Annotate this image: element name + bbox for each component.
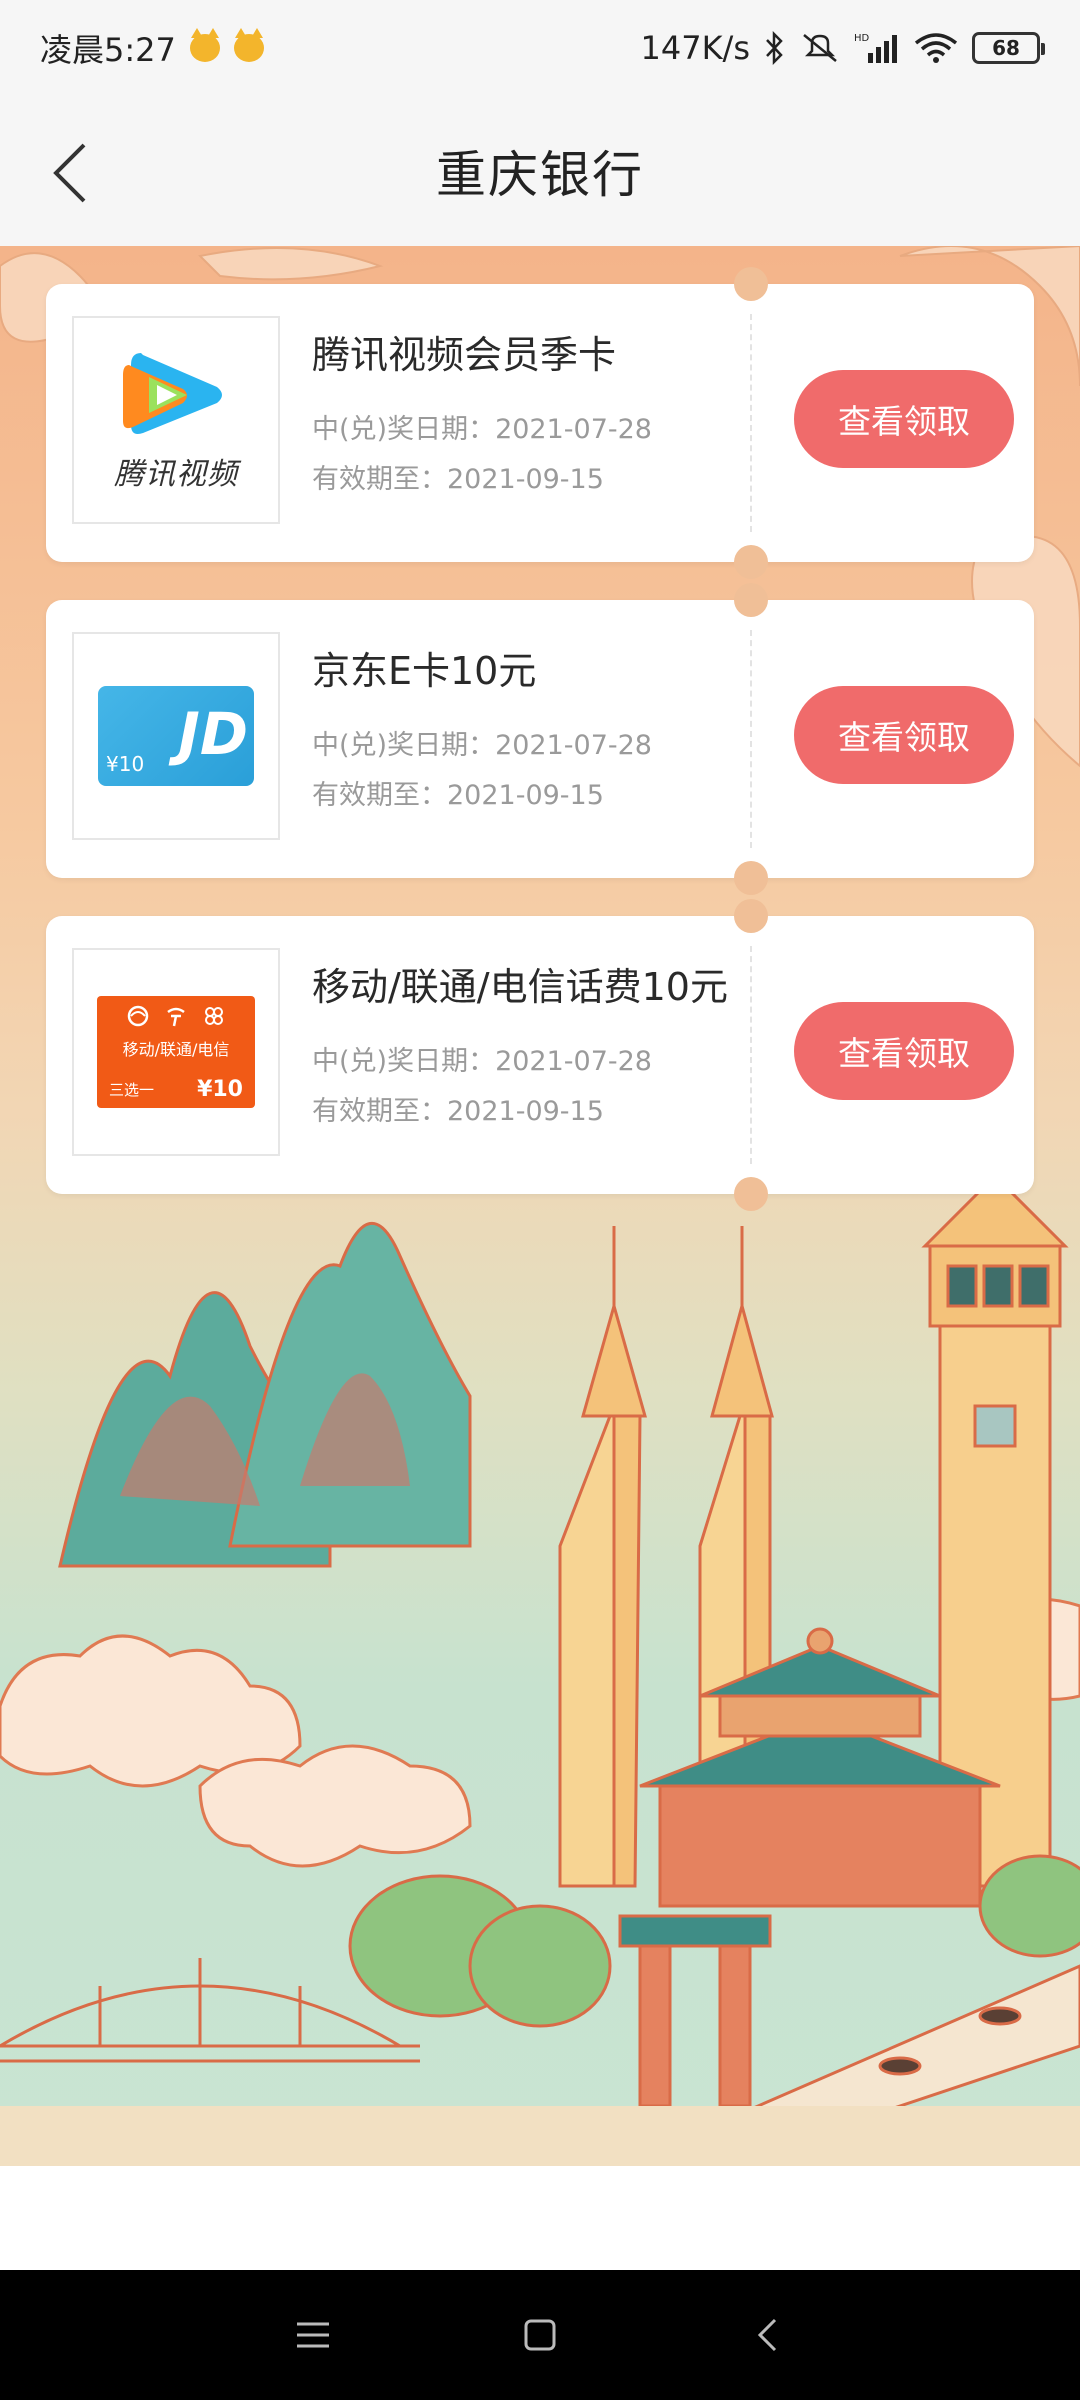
jd-logo-mark: JD (178, 700, 248, 768)
header: 重庆银行 (0, 96, 1080, 246)
status-time: 凌晨5:27 (40, 31, 176, 69)
jd-card-amount: ¥10 (106, 752, 145, 776)
ticket-notch (734, 583, 768, 617)
ticket-divider (750, 314, 752, 532)
back-button[interactable] (40, 138, 100, 208)
view-claim-button[interactable]: 查看领取 (794, 1002, 1014, 1100)
wifi-icon (914, 33, 958, 63)
bottom-spacer (0, 2166, 1080, 2270)
back-nav-button[interactable] (737, 2305, 797, 2365)
prize-card: JD ¥10 京东E卡10元 中(兑)奖日期：2021-07-28 有效期至：2… (46, 583, 1034, 895)
win-date-label: 中(兑)奖日期： (312, 730, 496, 761)
pick-one-label: 三选一 (109, 1081, 155, 1099)
back-triangle-icon (757, 2318, 776, 2352)
win-date-value: 2021-07-28 (495, 414, 652, 445)
battery-level: 68 (992, 36, 1020, 60)
ticket-notch (734, 545, 768, 579)
view-claim-button[interactable]: 查看领取 (794, 686, 1014, 784)
notification-cat-icon (233, 28, 264, 62)
background-illustration-area: 腾讯视频 腾讯视频会员季卡 中(兑)奖日期：2021-07-28 有效期至：20… (0, 246, 1080, 2166)
prize-card: 腾讯视频 腾讯视频会员季卡 中(兑)奖日期：2021-07-28 有效期至：20… (46, 267, 1034, 579)
valid-until-value: 2021-09-15 (447, 1096, 604, 1127)
status-bar: 凌晨5:27 147K/s HD 68 (0, 0, 1080, 96)
valid-until-row: 有效期至：2021-09-15 (312, 1087, 802, 1137)
tencent-video-logo: 腾讯视频 (114, 347, 238, 493)
tencent-video-logo-text: 腾讯视频 (114, 457, 238, 492)
credit-amount: ¥10 (197, 1077, 243, 1102)
win-date-label: 中(兑)奖日期： (312, 414, 496, 445)
view-claim-button[interactable]: 查看领取 (794, 370, 1014, 468)
win-date-row: 中(兑)奖日期：2021-07-28 (312, 405, 802, 455)
prize-name: 京东E卡10元 (312, 649, 537, 693)
battery-icon: 68 (972, 32, 1045, 64)
ticket-notch (734, 899, 768, 933)
win-date-label: 中(兑)奖日期： (312, 1046, 496, 1077)
carrier-logos (97, 1004, 255, 1028)
system-navigation-bar (0, 2270, 1080, 2400)
china-telecom-logo-icon (167, 1007, 185, 1027)
valid-until-label: 有效期至： (312, 1096, 447, 1127)
prize-name: 移动/联通/电信话费10元 (312, 965, 728, 1009)
carrier-names: 移动/联通/电信 (122, 1040, 230, 1059)
home-button[interactable] (510, 2305, 570, 2365)
signal-icon: HD (854, 33, 897, 63)
chevron-left-icon (53, 143, 86, 203)
page-title: 重庆银行 (436, 146, 644, 204)
prize-card: 移动/联通/电信 三选一 ¥10 移动/联通/电信话费10元 中(兑)奖日期：2… (46, 899, 1034, 1211)
tencent-video-play-icon (123, 353, 222, 434)
jd-ecard-image: JD ¥10 (98, 686, 254, 786)
win-date-row: 中(兑)奖日期：2021-07-28 (312, 1037, 802, 1087)
valid-until-label: 有效期至： (312, 780, 447, 811)
prize-name: 腾讯视频会员季卡 (312, 333, 617, 377)
win-date-row: 中(兑)奖日期：2021-07-28 (312, 721, 802, 771)
prize-thumbnail: 腾讯视频 (72, 316, 280, 524)
status-left: 凌晨5:27 (40, 25, 264, 71)
ticket-divider (750, 630, 752, 848)
status-right: 147K/s HD 68 (640, 29, 1045, 67)
svg-text:HD: HD (854, 33, 870, 44)
mute-icon (803, 34, 837, 62)
win-date-value: 2021-07-28 (495, 730, 652, 761)
valid-until-value: 2021-09-15 (447, 464, 604, 495)
valid-until-row: 有效期至：2021-09-15 (312, 771, 802, 821)
prize-thumbnail: 移动/联通/电信 三选一 ¥10 (72, 948, 280, 1156)
ticket-notch (734, 1177, 768, 1211)
menu-icon (297, 2322, 330, 2348)
prize-thumbnail: JD ¥10 (72, 632, 280, 840)
network-speed: 147K/s (640, 29, 750, 67)
win-date-value: 2021-07-28 (495, 1046, 652, 1077)
prize-info: 移动/联通/电信话费10元 中(兑)奖日期：2021-07-28 有效期至：20… (312, 956, 802, 1137)
prize-info: 腾讯视频会员季卡 中(兑)奖日期：2021-07-28 有效期至：2021-09… (312, 324, 802, 505)
china-mobile-logo-icon (127, 1005, 149, 1027)
valid-until-label: 有效期至： (312, 464, 447, 495)
ticket-notch (734, 861, 768, 895)
china-unicom-logo-icon (205, 1007, 223, 1025)
valid-until-value: 2021-09-15 (447, 780, 604, 811)
bluetooth-icon (766, 31, 783, 65)
prize-info: 京东E卡10元 中(兑)奖日期：2021-07-28 有效期至：2021-09-… (312, 640, 802, 821)
menu-button[interactable] (283, 2305, 343, 2365)
phone-credit-card-image: 移动/联通/电信 三选一 ¥10 (97, 996, 255, 1108)
ticket-notch (734, 267, 768, 301)
notification-cat-icon (189, 28, 220, 62)
home-square-icon (524, 2319, 556, 2351)
ticket-divider (750, 946, 752, 1164)
valid-until-row: 有效期至：2021-09-15 (312, 455, 802, 505)
